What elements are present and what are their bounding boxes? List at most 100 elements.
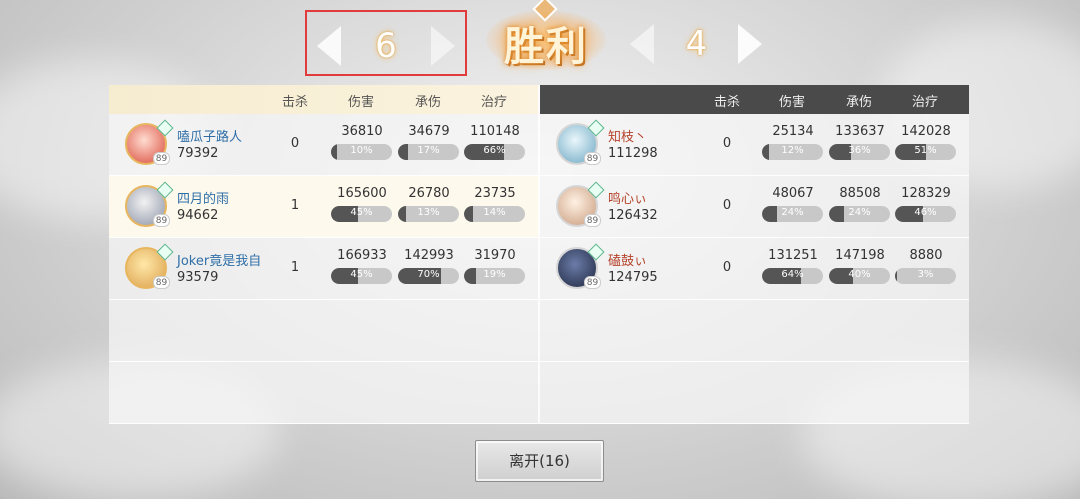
damage-share-label: 45%: [350, 269, 373, 280]
player-kills: 1: [290, 198, 300, 213]
damage-share-bar: 45%: [331, 206, 392, 222]
healing-share-bar: 46%: [895, 206, 956, 222]
player-kills: 1: [290, 260, 300, 275]
taken-share-bar: 24%: [829, 206, 890, 222]
damage-share-label: 64%: [781, 269, 804, 280]
player-kills: 0: [290, 136, 300, 151]
taken-share-label: 24%: [848, 207, 871, 218]
damage-share-bar: 12%: [762, 144, 823, 160]
right-team-score: 4: [685, 24, 708, 64]
table-row: 89 嗑瓜子路人 79392 0 36810 10% 34679 17% 110148 66%: [109, 114, 538, 176]
player-level: 89: [153, 276, 170, 289]
victory-banner: 胜利: [476, 0, 616, 80]
player-score: 111298: [608, 146, 658, 161]
table-header: 击杀 伤害 承伤 治疗: [540, 85, 969, 114]
player-kills: 0: [722, 198, 732, 213]
healing-value: 110148: [470, 124, 520, 139]
left-team-score-panel: 6: [305, 10, 467, 76]
leave-button[interactable]: 离开(16): [475, 440, 604, 482]
table-row: 89 Joker竟是我自 93579 1 166933 45% 142993 70% 31970…: [109, 238, 538, 300]
damage-share-label: 12%: [781, 145, 804, 156]
healing-share-label: 51%: [914, 145, 937, 156]
player-score: 124795: [608, 270, 658, 285]
column-damage: 伤害: [347, 95, 374, 110]
healing-share-bar: 51%: [895, 144, 956, 160]
healing-value: 142028: [901, 124, 951, 139]
damage-share-label: 24%: [781, 207, 804, 218]
taken-share-bar: 17%: [398, 144, 459, 160]
player-score: 126432: [608, 208, 658, 223]
right-team-score-panel: 4: [624, 10, 769, 76]
taken-share-bar: 70%: [398, 268, 459, 284]
healing-share-label: 14%: [483, 207, 506, 218]
player-score: 93579: [177, 270, 219, 285]
victory-text: 胜利: [504, 23, 588, 70]
player-name: 知枝丶: [608, 130, 648, 145]
damage-value: 166933: [337, 248, 387, 263]
player-kills: 0: [722, 260, 732, 275]
healing-value: 128329: [901, 186, 951, 201]
taken-value: 88508: [839, 186, 881, 201]
table-row: 89 知枝丶 111298 0 25134 12% 133637 36% 142028 51%: [540, 114, 969, 176]
damage-value: 131251: [768, 248, 818, 263]
column-kills: 击杀: [281, 95, 308, 110]
right-team-table: 击杀 伤害 承伤 治疗 89 知枝丶 111298 0 25134 12% 133637 36…: [540, 85, 969, 424]
taken-share-bar: 40%: [829, 268, 890, 284]
player-level: 89: [584, 152, 601, 165]
table-row: [540, 300, 969, 362]
column-taken: 承伤: [845, 95, 872, 110]
healing-value: 23735: [474, 186, 516, 201]
damage-share-bar: 64%: [762, 268, 823, 284]
table-row: [109, 300, 538, 362]
damage-share-label: 45%: [350, 207, 373, 218]
healing-share-bar: 14%: [464, 206, 525, 222]
player-name: 四月的雨: [177, 192, 230, 207]
damage-share-bar: 24%: [762, 206, 823, 222]
player-level: 89: [584, 214, 601, 227]
healing-share-bar: 19%: [464, 268, 525, 284]
healing-value: 8880: [909, 248, 943, 263]
taken-share-bar: 36%: [829, 144, 890, 160]
scoreboard: 击杀 伤害 承伤 治疗 89 嗑瓜子路人 79392 0 36810 10% 34679 17…: [109, 85, 971, 424]
player-score: 79392: [177, 146, 219, 161]
left-team-table: 击杀 伤害 承伤 治疗 89 嗑瓜子路人 79392 0 36810 10% 34679 17…: [109, 85, 538, 424]
damage-value: 48067: [772, 186, 814, 201]
table-row: [540, 362, 969, 424]
taken-value: 26780: [408, 186, 450, 201]
healing-share-bar: 66%: [464, 144, 525, 160]
table-header: 击杀 伤害 承伤 治疗: [109, 85, 538, 114]
healing-share-label: 66%: [483, 145, 506, 156]
player-name: Joker竟是我自: [177, 254, 262, 269]
player-name: 鸣心ぃ: [608, 192, 648, 207]
table-row: [109, 362, 538, 424]
player-score: 94662: [177, 208, 219, 223]
column-healing: 治疗: [480, 95, 507, 110]
taken-share-label: 70%: [417, 269, 440, 280]
taken-value: 147198: [835, 248, 885, 263]
taken-share-label: 17%: [417, 145, 440, 156]
healing-value: 31970: [474, 248, 516, 263]
taken-share-bar: 13%: [398, 206, 459, 222]
taken-share-label: 36%: [848, 145, 871, 156]
table-row: 89 鸣心ぃ 126432 0 48067 24% 88508 24% 128329 46%: [540, 176, 969, 238]
column-healing: 治疗: [911, 95, 938, 110]
player-level: 89: [153, 152, 170, 165]
table-row: 89 磕鼓ぃ 124795 0 131251 64% 147198 40% 8880 3%: [540, 238, 969, 300]
player-kills: 0: [722, 136, 732, 151]
table-row: 89 四月的雨 94662 1 165600 45% 26780 13% 23735 14%: [109, 176, 538, 238]
healing-share-label: 3%: [917, 269, 934, 280]
taken-value: 34679: [408, 124, 450, 139]
damage-value: 25134: [772, 124, 814, 139]
damage-value: 36810: [341, 124, 383, 139]
column-taken: 承伤: [414, 95, 441, 110]
column-damage: 伤害: [778, 95, 805, 110]
healing-share-label: 46%: [914, 207, 937, 218]
healing-share-label: 19%: [483, 269, 506, 280]
damage-share-label: 10%: [350, 145, 373, 156]
taken-share-label: 13%: [417, 207, 440, 218]
damage-share-bar: 10%: [331, 144, 392, 160]
damage-value: 165600: [337, 186, 387, 201]
player-level: 89: [584, 276, 601, 289]
column-kills: 击杀: [713, 95, 740, 110]
player-level: 89: [153, 214, 170, 227]
